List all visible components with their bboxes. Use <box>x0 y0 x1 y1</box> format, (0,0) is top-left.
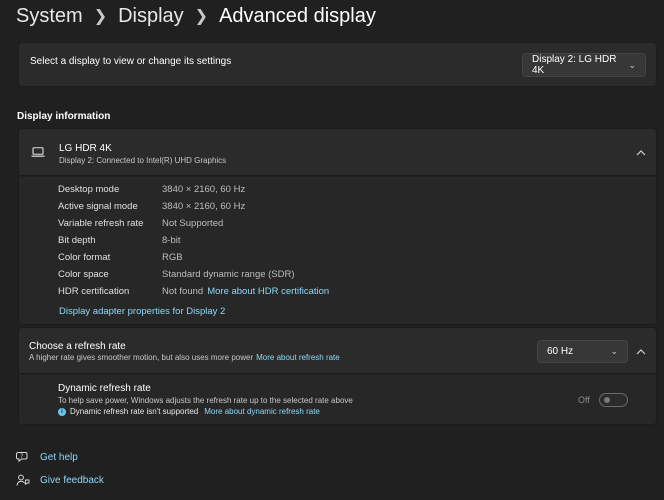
breadcrumb: System ❯ Display ❯ Advanced display <box>16 2 376 30</box>
info-row-desktop-mode: Desktop mode 3840 × 2160, 60 Hz <box>58 184 245 198</box>
dynamic-refresh-toggle[interactable] <box>599 393 628 407</box>
hdr-certification-link[interactable]: More about HDR certification <box>207 286 329 300</box>
info-row-variable-refresh-rate: Variable refresh rate Not Supported <box>58 218 223 232</box>
display-connection: Display 2: Connected to Intel(R) UHD Gra… <box>59 156 227 165</box>
chevron-right-icon: ❯ <box>194 8 209 25</box>
chevron-right-icon: ❯ <box>93 8 108 25</box>
toggle-knob <box>604 397 610 403</box>
display-info-body: Desktop mode 3840 × 2160, 60 Hz Active s… <box>18 177 657 325</box>
adapter-properties-link[interactable]: Display adapter properties for Display 2 <box>59 306 225 317</box>
dynamic-refresh-note: i Dynamic refresh rate isn't supported M… <box>58 407 320 416</box>
info-value: 8-bit <box>162 235 181 246</box>
refresh-rate-header[interactable]: Choose a refresh rate A higher rate give… <box>18 327 657 374</box>
get-help-label: Get help <box>40 451 78 463</box>
breadcrumb-display[interactable]: Display <box>118 5 184 28</box>
info-icon: i <box>58 407 66 416</box>
chevron-down-icon: ⌄ <box>628 59 636 70</box>
chevron-down-icon: ⌄ <box>610 346 618 356</box>
display-select-card: Select a display to view or change its s… <box>18 42 657 87</box>
info-row-bit-depth: Bit depth 8-bit <box>58 235 180 249</box>
info-value: Not found <box>162 286 204 297</box>
info-row-color-space: Color space Standard dynamic range (SDR) <box>58 269 295 283</box>
info-key: Bit depth <box>58 235 96 246</box>
display-select-label: Select a display to view or change its s… <box>30 56 232 67</box>
display-name: LG HDR 4K <box>59 143 112 154</box>
dynamic-refresh-title: Dynamic refresh rate <box>58 383 151 394</box>
info-key: Variable refresh rate <box>58 218 144 229</box>
refresh-rate-value: 60 Hz <box>547 346 574 357</box>
get-help-link[interactable]: ? Get help <box>16 450 78 464</box>
info-key: HDR certification <box>58 286 130 297</box>
refresh-rate-link[interactable]: More about refresh rate <box>256 353 340 362</box>
info-value: Standard dynamic range (SDR) <box>162 269 295 280</box>
dynamic-refresh-unsupported: Dynamic refresh rate isn't supported <box>70 407 199 416</box>
page-title: Advanced display <box>219 4 376 27</box>
display-dropdown-value: Display 2: LG HDR 4K <box>532 54 617 76</box>
refresh-rate-subtitle: A higher rate gives smoother motion, but… <box>29 353 340 362</box>
refresh-rate-dropdown[interactable]: 60 Hz ⌄ <box>537 340 628 363</box>
info-key: Color format <box>58 252 111 263</box>
laptop-icon <box>31 147 45 157</box>
chevron-up-icon[interactable] <box>634 345 648 359</box>
display-info-header[interactable]: LG HDR 4K Display 2: Connected to Intel(… <box>18 128 657 176</box>
section-title: Display information <box>17 111 111 122</box>
give-feedback-link[interactable]: Give feedback <box>16 473 104 487</box>
give-feedback-label: Give feedback <box>40 474 104 486</box>
info-value: Not Supported <box>162 218 224 229</box>
dynamic-refresh-link[interactable]: More about dynamic refresh rate <box>204 407 320 416</box>
svg-text:?: ? <box>20 453 23 460</box>
display-dropdown[interactable]: Display 2: LG HDR 4K ⌄ <box>522 53 646 77</box>
info-key: Color space <box>58 269 109 280</box>
refresh-rate-description: A higher rate gives smoother motion, but… <box>29 353 254 362</box>
breadcrumb-system[interactable]: System <box>16 5 83 28</box>
info-row-active-signal-mode: Active signal mode 3840 × 2160, 60 Hz <box>58 201 245 215</box>
info-row-color-format: Color format RGB <box>58 252 183 266</box>
dynamic-refresh-subtitle: To help save power, Windows adjusts the … <box>58 396 353 405</box>
feedback-icon <box>16 474 30 486</box>
info-value: RGB <box>162 252 183 263</box>
refresh-rate-title: Choose a refresh rate <box>29 341 126 352</box>
help-icon: ? <box>16 452 28 463</box>
info-value: 3840 × 2160, 60 Hz <box>162 184 246 195</box>
info-key: Active signal mode <box>58 201 138 212</box>
dynamic-refresh-row: Dynamic refresh rate To help save power,… <box>18 375 657 425</box>
toggle-state-label: Off <box>578 395 590 405</box>
info-value: 3840 × 2160, 60 Hz <box>162 201 246 212</box>
info-row-hdr-certification: HDR certification Not found More about H… <box>58 286 329 300</box>
chevron-up-icon[interactable] <box>634 146 648 160</box>
info-key: Desktop mode <box>58 184 120 195</box>
